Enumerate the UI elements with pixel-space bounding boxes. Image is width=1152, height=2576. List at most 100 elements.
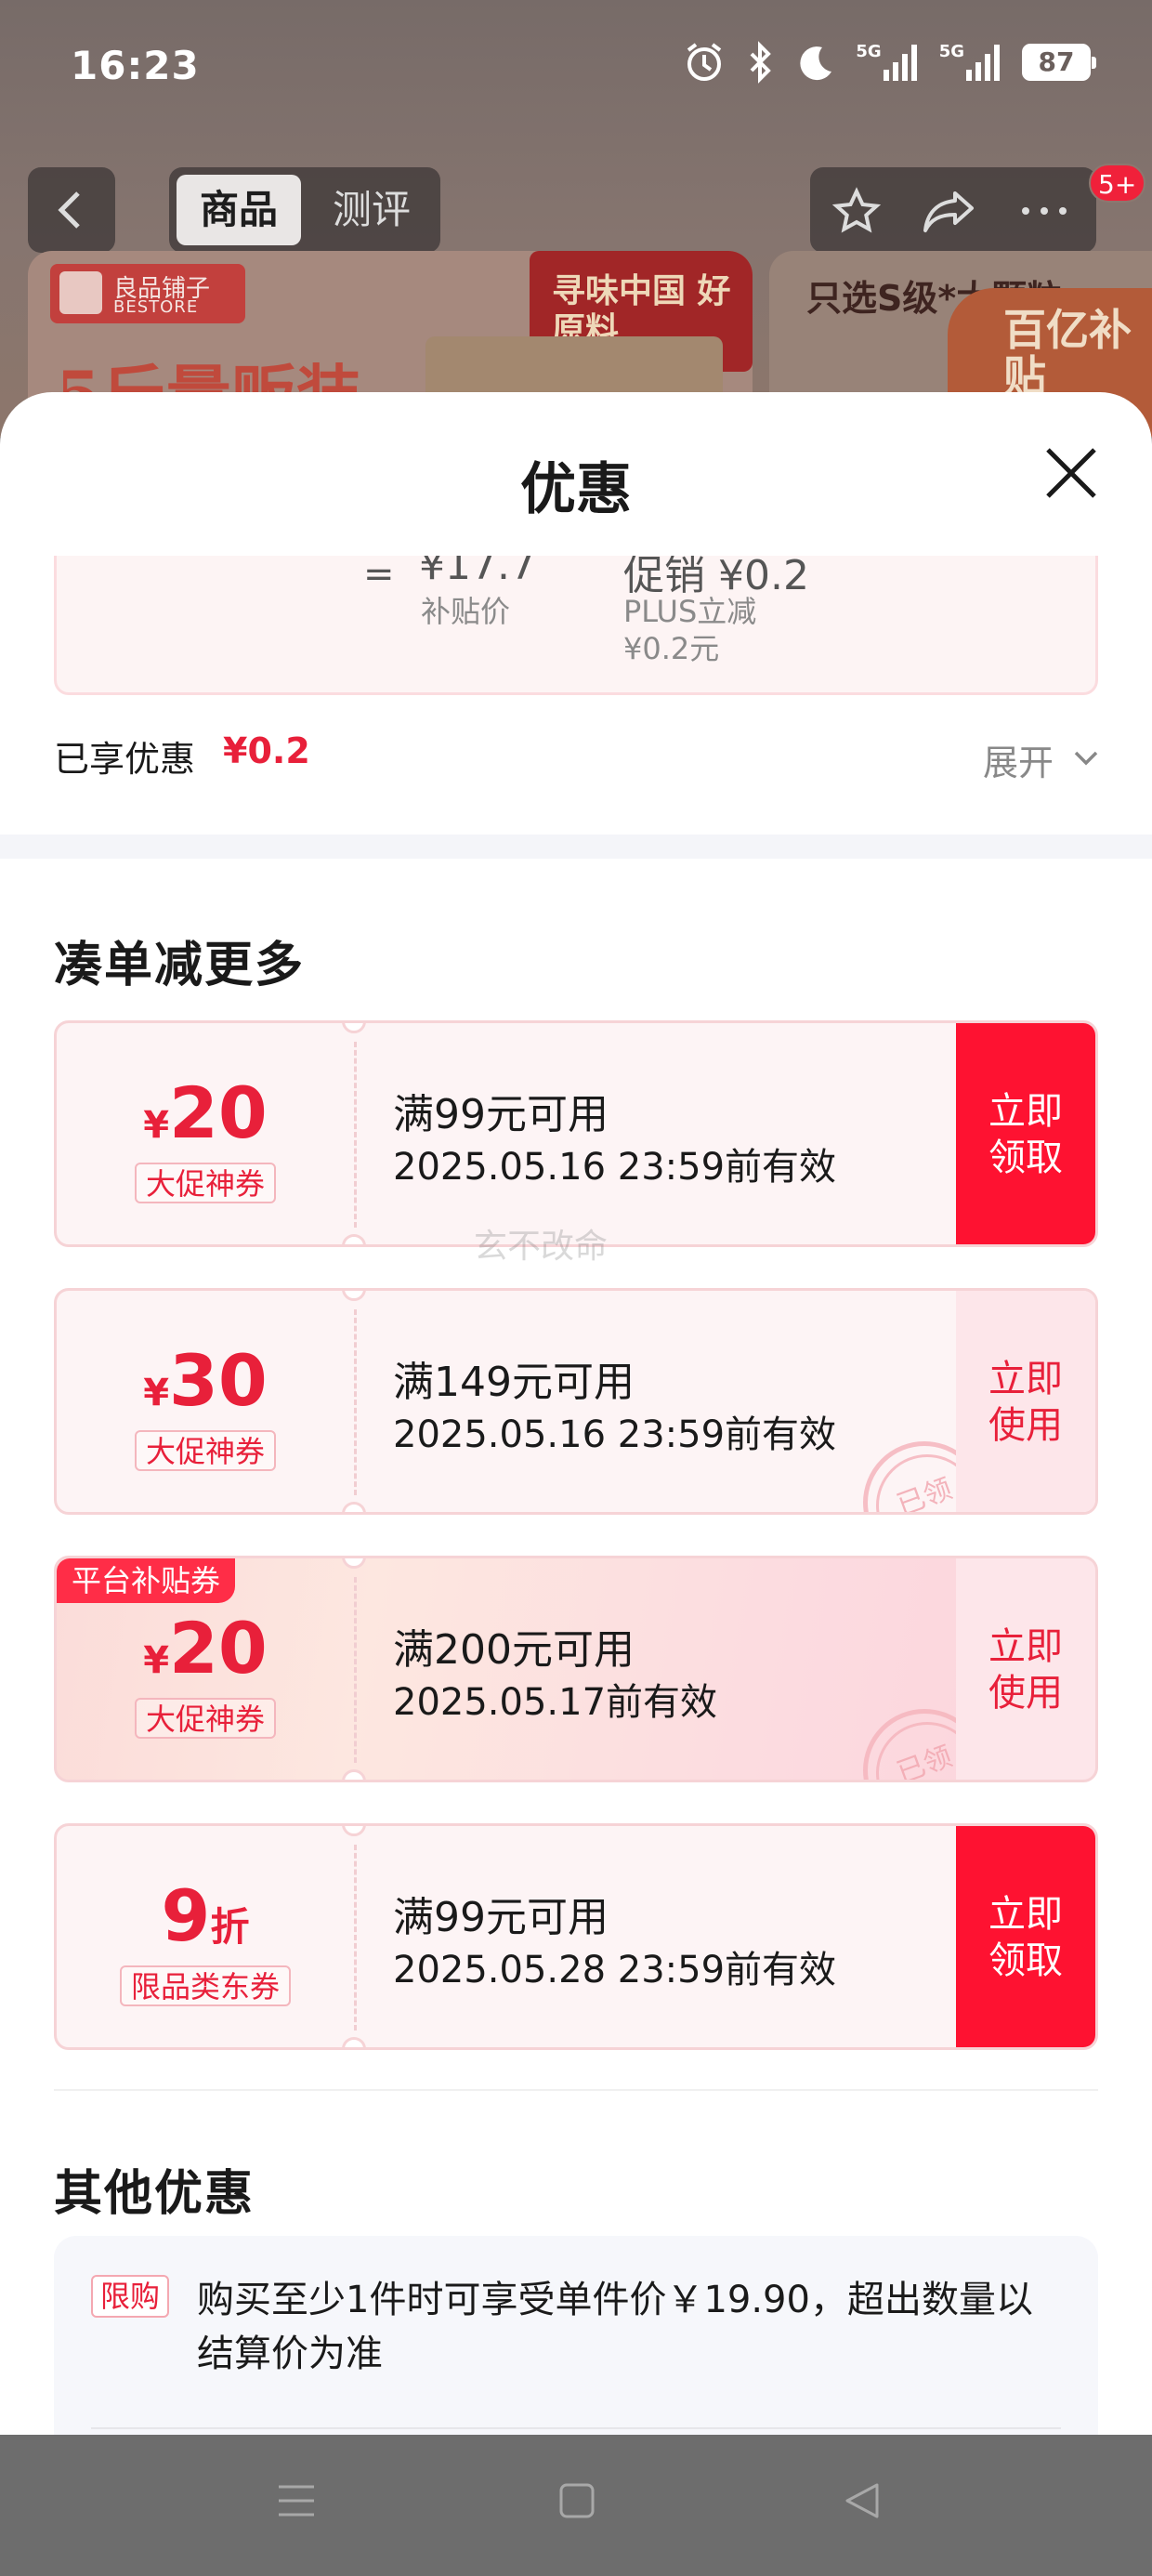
coupon-amount-value: 20 [169, 1607, 268, 1689]
watermark: 玄不改命 [474, 1228, 609, 1266]
coupon-card: 9折 限品类东券 满99元可用 2025.05.28 23:59前有效 立即 领取 [54, 1823, 1098, 2050]
other-separator [91, 2427, 1061, 2429]
coupon-amount-value: 30 [169, 1339, 268, 1422]
subsidy-price-card: = ¥17.7 补贴价 促销 ¥0.2 PLUS立减 ¥0.2元 [54, 556, 1098, 695]
bluetooth-icon [750, 41, 772, 84]
platform-subsidy-tag: 平台补贴券 [57, 1558, 236, 1603]
coupon-perforation [354, 1309, 357, 1495]
limit-tag: 限购 [91, 2275, 170, 2318]
section-divider [0, 835, 1152, 859]
coupon-value-area: ¥30 大促神券 [57, 1291, 354, 1512]
moon-icon [800, 46, 832, 81]
claimed-stamp-text: 已领 [893, 1740, 957, 1782]
button-label: 立即 [988, 1625, 1063, 1668]
limit-description: 购买至少1件时可享受单件价￥19.90，超出数量以结算价为准 [197, 2279, 1033, 2375]
button-label: 使用 [988, 1672, 1063, 1715]
brand-name-en: BESTORE [113, 297, 199, 317]
star-icon[interactable] [831, 186, 883, 236]
back-nav-icon[interactable] [840, 2477, 886, 2524]
notification-badge: 5+ [1089, 164, 1146, 203]
enjoyed-label: 已享优惠 [54, 739, 196, 780]
coupon-card: ¥20 大促神券 满99元可用 2025.05.16 23:59前有效 立即 领取 [54, 1020, 1098, 1247]
coupon-amount: ¥30 [57, 1339, 354, 1422]
coupon-unit: 折 [210, 1904, 250, 1950]
signal-icon-2 [966, 45, 1000, 81]
use-coupon-button[interactable]: 立即 使用 [956, 1558, 1095, 1780]
coupon-currency: ¥ [143, 1372, 170, 1414]
chevron-down-icon[interactable] [1070, 742, 1102, 773]
status-time: 16:23 [71, 43, 200, 88]
coupon-condition: 满99元可用 [393, 1894, 609, 1941]
use-coupon-button[interactable]: 立即 使用 [956, 1291, 1095, 1512]
brand-logo-box: 良品铺子 BESTORE [50, 264, 245, 323]
discount-sheet: 优惠 = ¥17.7 补贴价 促销 ¥0.2 PLUS立减 ¥0.2元 已享优惠… [0, 392, 1152, 2435]
coupon-type: 大促神券 [134, 1698, 277, 1739]
claimed-stamp-text: 已领 [893, 1472, 957, 1515]
coupon-type: 限品类东券 [119, 1965, 292, 2006]
coupon-condition: 满149元可用 [393, 1359, 635, 1406]
tab-reviews[interactable]: 测评 [312, 175, 431, 245]
coupon-validity: 2025.05.16 23:59前有效 [393, 1413, 837, 1456]
coupon-type: 大促神券 [134, 1430, 277, 1471]
close-icon [1046, 448, 1096, 498]
coupon-amount: ¥20 [57, 1071, 354, 1154]
network-label-1: 5G [856, 41, 882, 61]
other-discount-box: 限购 购买至少1件时可享受单件价￥19.90，超出数量以结算价为准 [54, 2236, 1098, 2435]
product-tabs: 商品 测评 [169, 167, 440, 253]
button-label: 立即 [988, 1358, 1063, 1400]
coupon-amount-value: 20 [169, 1071, 268, 1154]
signal-icon-1 [883, 45, 917, 81]
coupon-validity: 2025.05.28 23:59前有效 [393, 1949, 837, 1991]
coupon-amount: 9折 [57, 1874, 354, 1957]
button-label: 立即 [988, 1090, 1063, 1133]
brand-logo-icon [59, 271, 102, 314]
coupon-value-area: 9折 限品类东券 [57, 1826, 354, 2047]
minus-sign: = [363, 556, 395, 596]
coupon-value-area: ¥20 大促神券 [57, 1023, 354, 1244]
status-bar: 16:23 5G 5G 87 [0, 0, 1152, 139]
share-icon[interactable] [922, 186, 977, 236]
coupon-currency: ¥ [143, 1104, 170, 1147]
coupon-amount-value: 9 [161, 1874, 211, 1957]
section-divider-thin [54, 2089, 1098, 2091]
button-label: 立即 [988, 1893, 1063, 1936]
system-nav-bar [0, 2435, 1152, 2576]
coupon-perforation [354, 1845, 357, 2031]
coupon-perforation [354, 1577, 357, 1763]
coupon-condition: 满99元可用 [393, 1091, 609, 1138]
close-button[interactable] [1037, 439, 1106, 507]
plus-discount-value: ¥0.2元 [623, 631, 720, 666]
coupon-currency: ¥ [143, 1639, 170, 1682]
coupon-type: 大促神券 [134, 1163, 277, 1203]
sheet-title: 优惠 [520, 457, 632, 522]
subsidy-badge-text: 百亿补贴 [1003, 305, 1132, 401]
button-label: 使用 [988, 1404, 1063, 1447]
home-icon[interactable] [554, 2477, 600, 2524]
expand-button[interactable]: 展开 [983, 734, 1054, 785]
product-page-background: 16:23 5G 5G 87 商品 测评 5+ 良品铺子 BESTORE 寻味中… [0, 0, 1152, 437]
status-icons: 5G 5G 87 [683, 41, 1096, 84]
tab-goods[interactable]: 商品 [177, 175, 301, 245]
coupon-validity: 2025.05.16 23:59前有效 [393, 1146, 837, 1189]
button-label: 领取 [988, 1939, 1063, 1982]
sheet-scroll-content[interactable]: = ¥17.7 补贴价 促销 ¥0.2 PLUS立减 ¥0.2元 已享优惠 ¥0… [0, 556, 1152, 2435]
enjoyed-value: ¥0.2 [223, 730, 310, 771]
coupon-card: ¥20 大促神券 平台补贴券 满200元可用 2025.05.17前有效 已领 … [54, 1556, 1098, 1782]
coupon-perforation [354, 1042, 357, 1228]
coupon-condition: 满200元可用 [393, 1626, 635, 1674]
menu-icon[interactable] [273, 2477, 320, 2524]
back-button[interactable] [28, 167, 115, 253]
claim-coupon-button[interactable]: 立即 领取 [956, 1023, 1095, 1244]
subsidy-price: ¥17.7 [419, 556, 536, 589]
coupon-card: ¥30 大促神券 满149元可用 2025.05.16 23:59前有效 已领 … [54, 1288, 1098, 1515]
coupon-validity: 2025.05.17前有效 [393, 1681, 718, 1724]
coupon-amount: ¥20 [57, 1607, 354, 1689]
section-title-other: 其他优惠 [54, 2166, 255, 2222]
network-label-2: 5G [938, 41, 964, 61]
button-label: 领取 [988, 1137, 1063, 1179]
product-actions [810, 167, 1096, 253]
section-title-more: 凑单减更多 [54, 938, 306, 993]
claim-coupon-button[interactable]: 立即 领取 [956, 1826, 1095, 2047]
more-icon[interactable] [1016, 186, 1072, 236]
subsidy-price-label: 补贴价 [421, 594, 511, 629]
